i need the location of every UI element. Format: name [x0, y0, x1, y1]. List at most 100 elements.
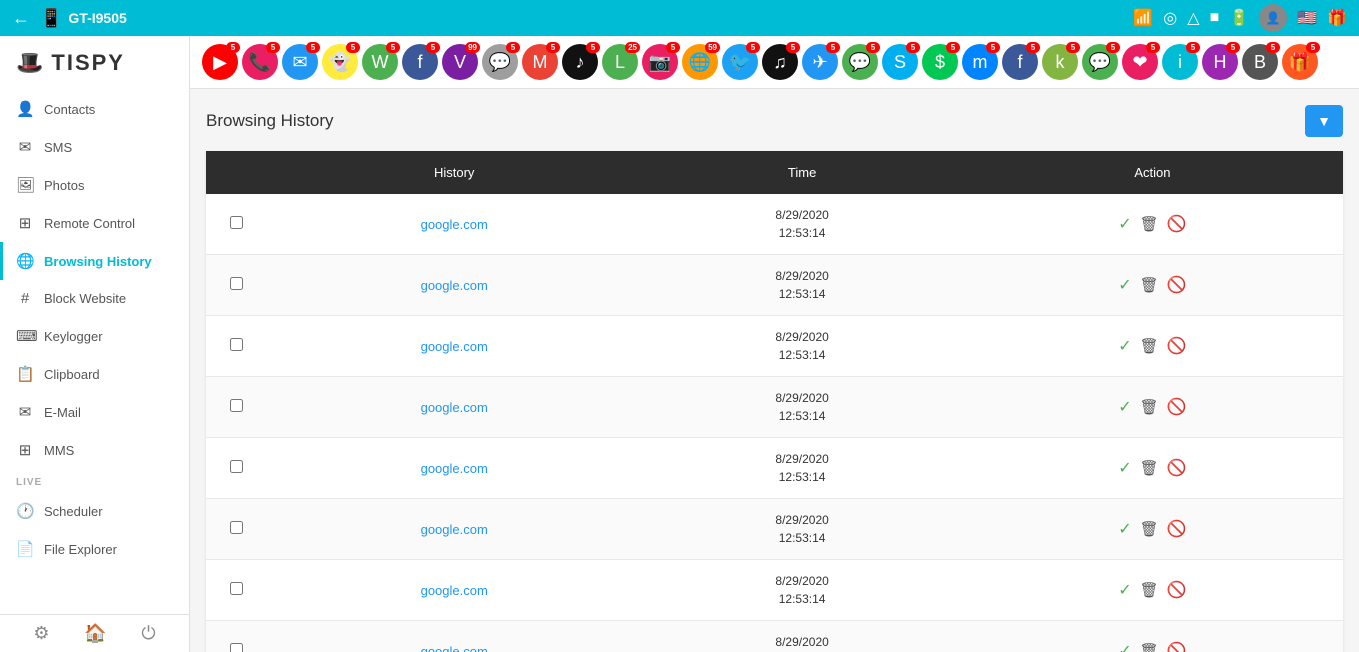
app-icon-5[interactable]: f5	[402, 44, 438, 80]
row-url-1[interactable]: google.com	[266, 255, 642, 316]
action-delete-5[interactable]: 🗑	[1140, 520, 1159, 538]
app-icon-18[interactable]: $5	[922, 44, 958, 80]
action-check-7[interactable]: ✓	[1118, 641, 1131, 652]
url-link-3[interactable]: google.com	[421, 400, 488, 415]
checkbox-5[interactable]	[230, 521, 243, 534]
sidebar-item-sms[interactable]: ✉ SMS	[0, 128, 189, 166]
app-icon-0[interactable]: ▶5	[202, 44, 238, 80]
url-link-4[interactable]: google.com	[421, 461, 488, 476]
sidebar-item-file-explorer[interactable]: 📄 File Explorer	[0, 530, 189, 568]
action-delete-6[interactable]: 🗑	[1140, 581, 1159, 599]
url-link-1[interactable]: google.com	[421, 278, 488, 293]
app-icon-27[interactable]: 🎁5	[1282, 44, 1318, 80]
checkbox-1[interactable]	[230, 277, 243, 290]
row-checkbox-5[interactable]	[206, 499, 266, 560]
app-icon-26[interactable]: B5	[1242, 44, 1278, 80]
app-icon-7[interactable]: 💬5	[482, 44, 518, 80]
app-icon-13[interactable]: 🐦5	[722, 44, 758, 80]
row-checkbox-1[interactable]	[206, 255, 266, 316]
row-url-0[interactable]: google.com	[266, 194, 642, 255]
avatar[interactable]: 👤	[1259, 4, 1287, 32]
row-checkbox-0[interactable]	[206, 194, 266, 255]
sidebar-item-contacts[interactable]: 👤 Contacts	[0, 90, 189, 128]
action-check-0[interactable]: ✓	[1118, 214, 1131, 234]
row-url-2[interactable]: google.com	[266, 316, 642, 377]
home-icon[interactable]: 🏠	[84, 623, 106, 644]
app-icon-21[interactable]: k5	[1042, 44, 1078, 80]
app-icon-16[interactable]: 💬5	[842, 44, 878, 80]
action-delete-3[interactable]: 🗑	[1140, 398, 1159, 416]
action-block-1[interactable]: 🚫	[1167, 275, 1187, 295]
sidebar-item-scheduler[interactable]: 🕐 Scheduler	[0, 492, 189, 530]
action-delete-7[interactable]: 🗑	[1140, 642, 1159, 652]
row-url-3[interactable]: google.com	[266, 377, 642, 438]
url-link-0[interactable]: google.com	[421, 217, 488, 232]
row-checkbox-7[interactable]	[206, 621, 266, 652]
action-check-4[interactable]: ✓	[1118, 458, 1131, 478]
sidebar-item-mms[interactable]: ⊞ MMS	[0, 431, 189, 469]
app-icon-11[interactable]: 📷5	[642, 44, 678, 80]
app-icon-3[interactable]: 👻5	[322, 44, 358, 80]
app-icon-17[interactable]: S5	[882, 44, 918, 80]
checkbox-2[interactable]	[230, 338, 243, 351]
row-url-5[interactable]: google.com	[266, 499, 642, 560]
sidebar-item-photos[interactable]: 🖼 Photos	[0, 166, 189, 204]
url-link-5[interactable]: google.com	[421, 522, 488, 537]
app-icon-6[interactable]: V99	[442, 44, 478, 80]
action-block-7[interactable]: 🚫	[1167, 641, 1187, 652]
checkbox-7[interactable]	[230, 643, 243, 652]
gift-icon[interactable]: 🎁	[1327, 8, 1347, 28]
checkbox-4[interactable]	[230, 460, 243, 473]
app-icon-23[interactable]: ❤5	[1122, 44, 1158, 80]
app-icon-2[interactable]: ✉5	[282, 44, 318, 80]
action-delete-2[interactable]: 🗑	[1140, 337, 1159, 355]
app-icon-14[interactable]: ♫5	[762, 44, 798, 80]
action-check-3[interactable]: ✓	[1118, 397, 1131, 417]
action-delete-0[interactable]: 🗑	[1140, 215, 1159, 233]
settings-icon[interactable]: ⚙	[33, 623, 49, 644]
action-check-1[interactable]: ✓	[1118, 275, 1131, 295]
action-delete-1[interactable]: 🗑	[1140, 276, 1159, 294]
sidebar-item-keylogger[interactable]: ⌨ Keylogger	[0, 317, 189, 355]
app-icon-24[interactable]: i5	[1162, 44, 1198, 80]
action-block-6[interactable]: 🚫	[1167, 580, 1187, 600]
action-block-5[interactable]: 🚫	[1167, 519, 1187, 539]
action-check-5[interactable]: ✓	[1118, 519, 1131, 539]
action-check-6[interactable]: ✓	[1118, 580, 1131, 600]
app-icon-8[interactable]: M5	[522, 44, 558, 80]
row-checkbox-4[interactable]	[206, 438, 266, 499]
action-block-2[interactable]: 🚫	[1167, 336, 1187, 356]
app-icon-4[interactable]: W5	[362, 44, 398, 80]
checkbox-6[interactable]	[230, 582, 243, 595]
app-icon-12[interactable]: 🌐59	[682, 44, 718, 80]
app-icon-10[interactable]: L25	[602, 44, 638, 80]
action-check-2[interactable]: ✓	[1118, 336, 1131, 356]
app-icon-15[interactable]: ✈5	[802, 44, 838, 80]
app-icon-25[interactable]: H5	[1202, 44, 1238, 80]
sidebar-item-remote-control[interactable]: ⊞ Remote Control	[0, 204, 189, 242]
sidebar-item-clipboard[interactable]: 📋 Clipboard	[0, 355, 189, 393]
filter-button[interactable]: ▼	[1305, 105, 1343, 137]
app-icon-19[interactable]: m5	[962, 44, 998, 80]
sidebar-item-block-website[interactable]: # Block Website	[0, 280, 189, 317]
row-url-7[interactable]: google.com	[266, 621, 642, 652]
row-checkbox-6[interactable]	[206, 560, 266, 621]
row-url-4[interactable]: google.com	[266, 438, 642, 499]
sidebar-item-browsing-history[interactable]: 🌐 Browsing History	[0, 242, 189, 280]
app-icon-22[interactable]: 💬5	[1082, 44, 1118, 80]
app-icon-20[interactable]: f5	[1002, 44, 1038, 80]
checkbox-0[interactable]	[230, 216, 243, 229]
row-checkbox-2[interactable]	[206, 316, 266, 377]
url-link-2[interactable]: google.com	[421, 339, 488, 354]
checkbox-3[interactable]	[230, 399, 243, 412]
action-block-3[interactable]: 🚫	[1167, 397, 1187, 417]
app-icon-9[interactable]: ♪5	[562, 44, 598, 80]
row-checkbox-3[interactable]	[206, 377, 266, 438]
app-icon-1[interactable]: 📞5	[242, 44, 278, 80]
action-block-4[interactable]: 🚫	[1167, 458, 1187, 478]
url-link-6[interactable]: google.com	[421, 583, 488, 598]
url-link-7[interactable]: google.com	[421, 644, 488, 652]
back-button[interactable]: ←	[12, 8, 30, 29]
row-url-6[interactable]: google.com	[266, 560, 642, 621]
sidebar-item-email[interactable]: ✉ E-Mail	[0, 393, 189, 431]
